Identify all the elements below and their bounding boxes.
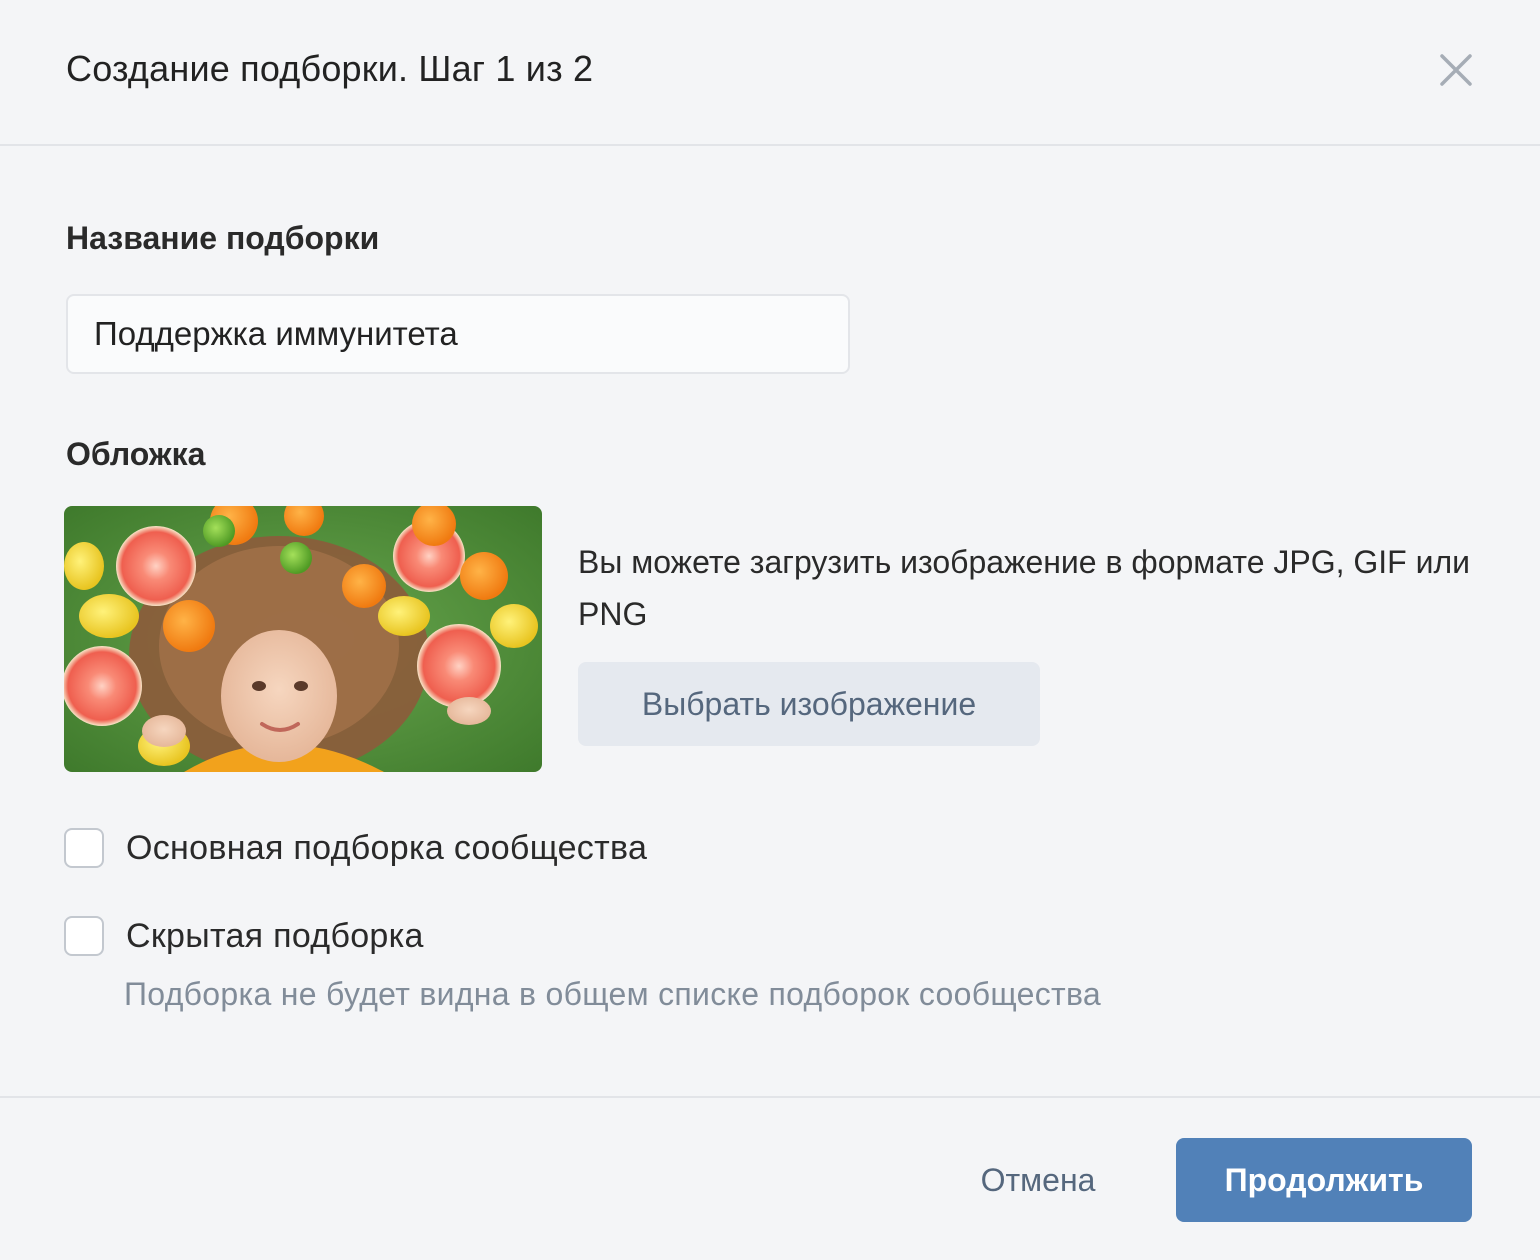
continue-button[interactable]: Продолжить	[1176, 1138, 1472, 1222]
main-collection-option[interactable]: Основная подборка сообщества	[64, 828, 647, 868]
dialog-header: Создание подборки. Шаг 1 из 2	[0, 0, 1540, 146]
choose-image-button[interactable]: Выбрать изображение	[578, 662, 1040, 746]
hidden-collection-checkbox[interactable]	[64, 916, 104, 956]
hidden-collection-option[interactable]: Скрытая подборка	[64, 916, 424, 956]
main-collection-checkbox[interactable]	[64, 828, 104, 868]
main-collection-label: Основная подборка сообщества	[126, 828, 648, 867]
hidden-collection-label: Скрытая подборка	[126, 916, 424, 955]
collection-name-label: Название подборки	[66, 220, 380, 256]
cover-hint-text: Вы можете загрузить изображение в формат…	[578, 544, 1471, 632]
close-icon[interactable]	[1434, 48, 1478, 92]
collection-name-input[interactable]	[66, 294, 850, 374]
cancel-button[interactable]: Отмена	[950, 1140, 1126, 1220]
cover-label: Обложка	[66, 436, 206, 472]
dialog-title: Создание подборки. Шаг 1 из 2	[66, 48, 594, 89]
cover-image	[64, 506, 542, 772]
hidden-collection-description: Подборка не будет видна в общем списке п…	[124, 976, 1102, 1012]
create-collection-dialog: Создание подборки. Шаг 1 из 2 Название п…	[0, 0, 1540, 1260]
